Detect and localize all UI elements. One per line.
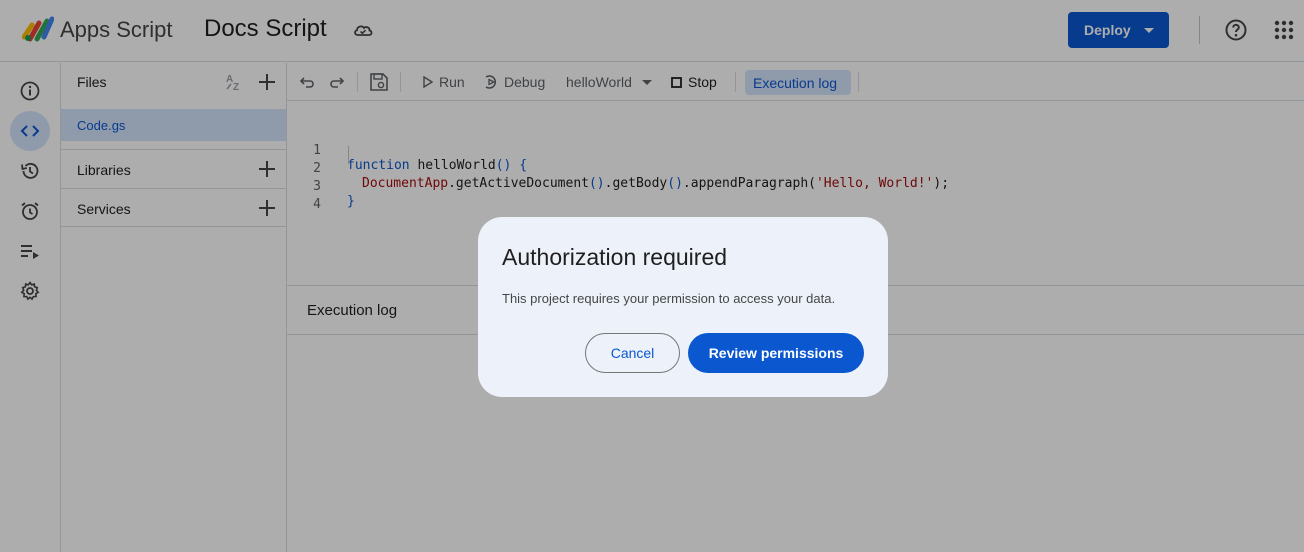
dialog-message: This project requires your permission to… [502,291,836,306]
cancel-label: Cancel [610,345,655,361]
authorization-dialog: Authorization required This project requ… [478,217,888,397]
review-permissions-label: Review permissions [708,345,844,361]
review-permissions-button[interactable]: Review permissions [688,333,864,373]
dialog-title: Authorization required [502,244,728,270]
cancel-button[interactable]: Cancel [585,333,680,373]
